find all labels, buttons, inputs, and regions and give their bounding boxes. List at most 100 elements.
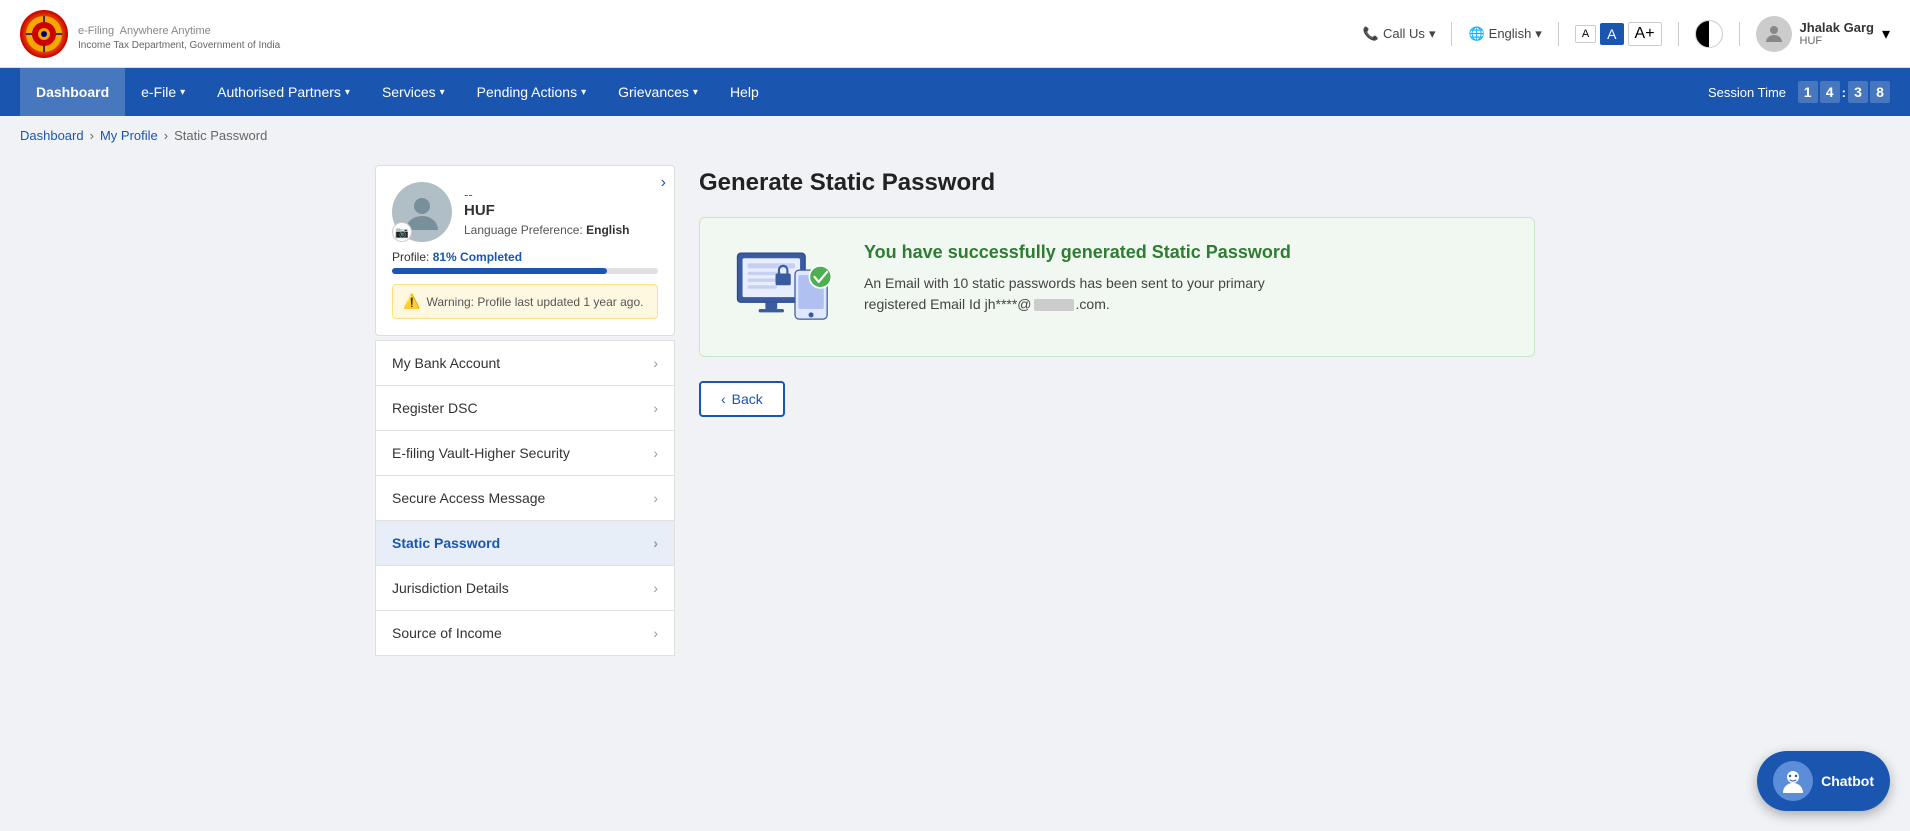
source-income-label: Source of Income	[392, 625, 502, 641]
user-area[interactable]: Jhalak Garg HUF ▾	[1756, 16, 1890, 52]
profile-progress-section: Profile: 81% Completed	[392, 250, 658, 274]
secure-access-label: Secure Access Message	[392, 490, 545, 506]
session-time: Session Time 1 4 : 3 8	[1708, 81, 1890, 103]
sidebar-item-jurisdiction[interactable]: Jurisdiction Details ›	[375, 565, 675, 610]
progress-bar-fill	[392, 268, 607, 274]
secure-access-chevron-icon: ›	[653, 490, 658, 506]
profile-name: HUF	[464, 202, 658, 219]
breadcrumb: Dashboard › My Profile › Static Password	[0, 116, 1910, 155]
session-d2: 4	[1820, 81, 1840, 103]
sidebar-item-bank-account[interactable]: My Bank Account ›	[375, 340, 675, 385]
logo-efiling: e-Filing Anywhere Anytime	[78, 17, 280, 40]
user-type: HUF	[1800, 35, 1874, 47]
sidebar-item-register-dsc[interactable]: Register DSC ›	[375, 385, 675, 430]
font-controls: A A A+	[1575, 22, 1662, 46]
session-d4: 8	[1870, 81, 1890, 103]
register-dsc-chevron-icon: ›	[653, 400, 658, 416]
lang-value: English	[586, 223, 629, 237]
success-desc-3: .com.	[1076, 296, 1110, 312]
globe-icon: 🌐	[1468, 26, 1484, 42]
breadcrumb-dashboard[interactable]: Dashboard	[20, 128, 84, 143]
efile-chevron-icon: ▾	[180, 87, 185, 98]
jurisdiction-chevron-icon: ›	[653, 580, 658, 596]
warning-text: Warning: Profile last updated 1 year ago…	[426, 295, 643, 309]
source-income-chevron-icon: ›	[653, 625, 658, 641]
profile-dash: --	[464, 187, 658, 202]
contrast-button[interactable]	[1695, 20, 1723, 48]
nav-grievances[interactable]: Grievances ▾	[602, 68, 714, 116]
nav-efile[interactable]: e-File ▾	[125, 68, 201, 116]
back-button[interactable]: ‹ Back	[699, 381, 785, 417]
header-divider-1	[1451, 22, 1452, 46]
efiling-brand: e-Filing	[78, 25, 114, 37]
nav-services[interactable]: Services ▾	[366, 68, 461, 116]
success-box: You have successfully generated Static P…	[699, 217, 1535, 357]
logo-tagline: Anywhere Anytime	[120, 25, 211, 37]
progress-bar-bg	[392, 268, 658, 274]
efiling-vault-chevron-icon: ›	[653, 445, 658, 461]
sidebar-item-secure-access[interactable]: Secure Access Message ›	[375, 475, 675, 520]
email-domain-placeholder	[1034, 299, 1074, 311]
font-large-button[interactable]: A+	[1628, 22, 1662, 46]
success-desc-2: registered Email Id jh****@	[864, 296, 1032, 312]
call-us-button[interactable]: 📞 Call Us ▾	[1363, 26, 1436, 42]
logo-text: e-Filing Anywhere Anytime Income Tax Dep…	[78, 17, 280, 51]
user-info: Jhalak Garg HUF	[1800, 20, 1874, 47]
jurisdiction-label: Jurisdiction Details	[392, 580, 509, 596]
phone-icon: 📞	[1363, 26, 1379, 42]
user-chevron-icon: ▾	[1882, 24, 1890, 44]
pending-chevron-icon: ▾	[581, 87, 586, 98]
language-button[interactable]: 🌐 English ▾	[1468, 26, 1541, 42]
lang-label: Language Preference:	[464, 223, 583, 237]
nav-help[interactable]: Help	[714, 68, 775, 116]
logo-area: e-Filing Anywhere Anytime Income Tax Dep…	[20, 10, 280, 58]
logo-emblem	[20, 10, 68, 58]
warning-box: ⚠️ Warning: Profile last updated 1 year …	[392, 284, 658, 319]
language-label: English	[1489, 26, 1532, 41]
profile-card: › 📷 -- HUF Language Preference:	[375, 165, 675, 336]
camera-button[interactable]: 📷	[392, 222, 412, 242]
session-label: Session Time	[1708, 85, 1786, 100]
logo-subtitle: Income Tax Department, Government of Ind…	[78, 40, 280, 51]
services-chevron-icon: ▾	[440, 87, 445, 98]
sidebar-item-efiling-vault[interactable]: E-filing Vault-Higher Security ›	[375, 430, 675, 475]
sidebar-item-source-income[interactable]: Source of Income ›	[375, 610, 675, 656]
efiling-vault-label: E-filing Vault-Higher Security	[392, 445, 570, 461]
static-password-chevron-icon: ›	[653, 535, 658, 551]
profile-expand-button[interactable]: ›	[661, 174, 666, 192]
back-label: Back	[732, 391, 763, 407]
header-divider-4	[1739, 22, 1740, 46]
profile-panel: › 📷 -- HUF Language Preference:	[375, 165, 675, 656]
breadcrumb-myprofile[interactable]: My Profile	[100, 128, 158, 143]
success-illustration	[724, 242, 844, 332]
session-digits: 1 4 : 3 8	[1798, 81, 1890, 103]
success-desc: An Email with 10 static passwords has be…	[864, 273, 1510, 315]
profile-avatar-wrap: 📷	[392, 182, 452, 242]
breadcrumb-current: Static Password	[174, 128, 267, 143]
breadcrumb-sep-1: ›	[90, 128, 94, 143]
font-small-button[interactable]: A	[1575, 25, 1596, 43]
success-title: You have successfully generated Static P…	[864, 242, 1510, 263]
nav-pending-actions[interactable]: Pending Actions ▾	[461, 68, 602, 116]
lang-chevron-icon: ▾	[1535, 26, 1542, 42]
profile-details: -- HUF Language Preference: English	[464, 187, 658, 237]
header-divider-3	[1678, 22, 1679, 46]
chatbot-widget[interactable]: Chatbot	[1757, 751, 1890, 811]
main-content: › 📷 -- HUF Language Preference:	[355, 155, 1555, 676]
chatbot-avatar	[1773, 761, 1813, 801]
page-title: Generate Static Password	[699, 169, 1535, 197]
auth-chevron-icon: ▾	[345, 87, 350, 98]
warning-icon: ⚠️	[403, 293, 420, 310]
static-password-label: Static Password	[392, 535, 500, 551]
right-content: Generate Static Password	[699, 165, 1535, 656]
bank-account-label: My Bank Account	[392, 355, 500, 371]
profile-header: 📷 -- HUF Language Preference: English	[392, 182, 658, 242]
success-desc-1: An Email with 10 static passwords has be…	[864, 275, 1265, 291]
font-medium-button[interactable]: A	[1600, 23, 1623, 45]
session-d3: 3	[1848, 81, 1868, 103]
success-text: You have successfully generated Static P…	[864, 242, 1510, 315]
call-us-label: Call Us	[1383, 26, 1425, 41]
nav-authorised-partners[interactable]: Authorised Partners ▾	[201, 68, 366, 116]
sidebar-item-static-password[interactable]: Static Password ›	[375, 520, 675, 565]
nav-dashboard[interactable]: Dashboard	[20, 68, 125, 116]
